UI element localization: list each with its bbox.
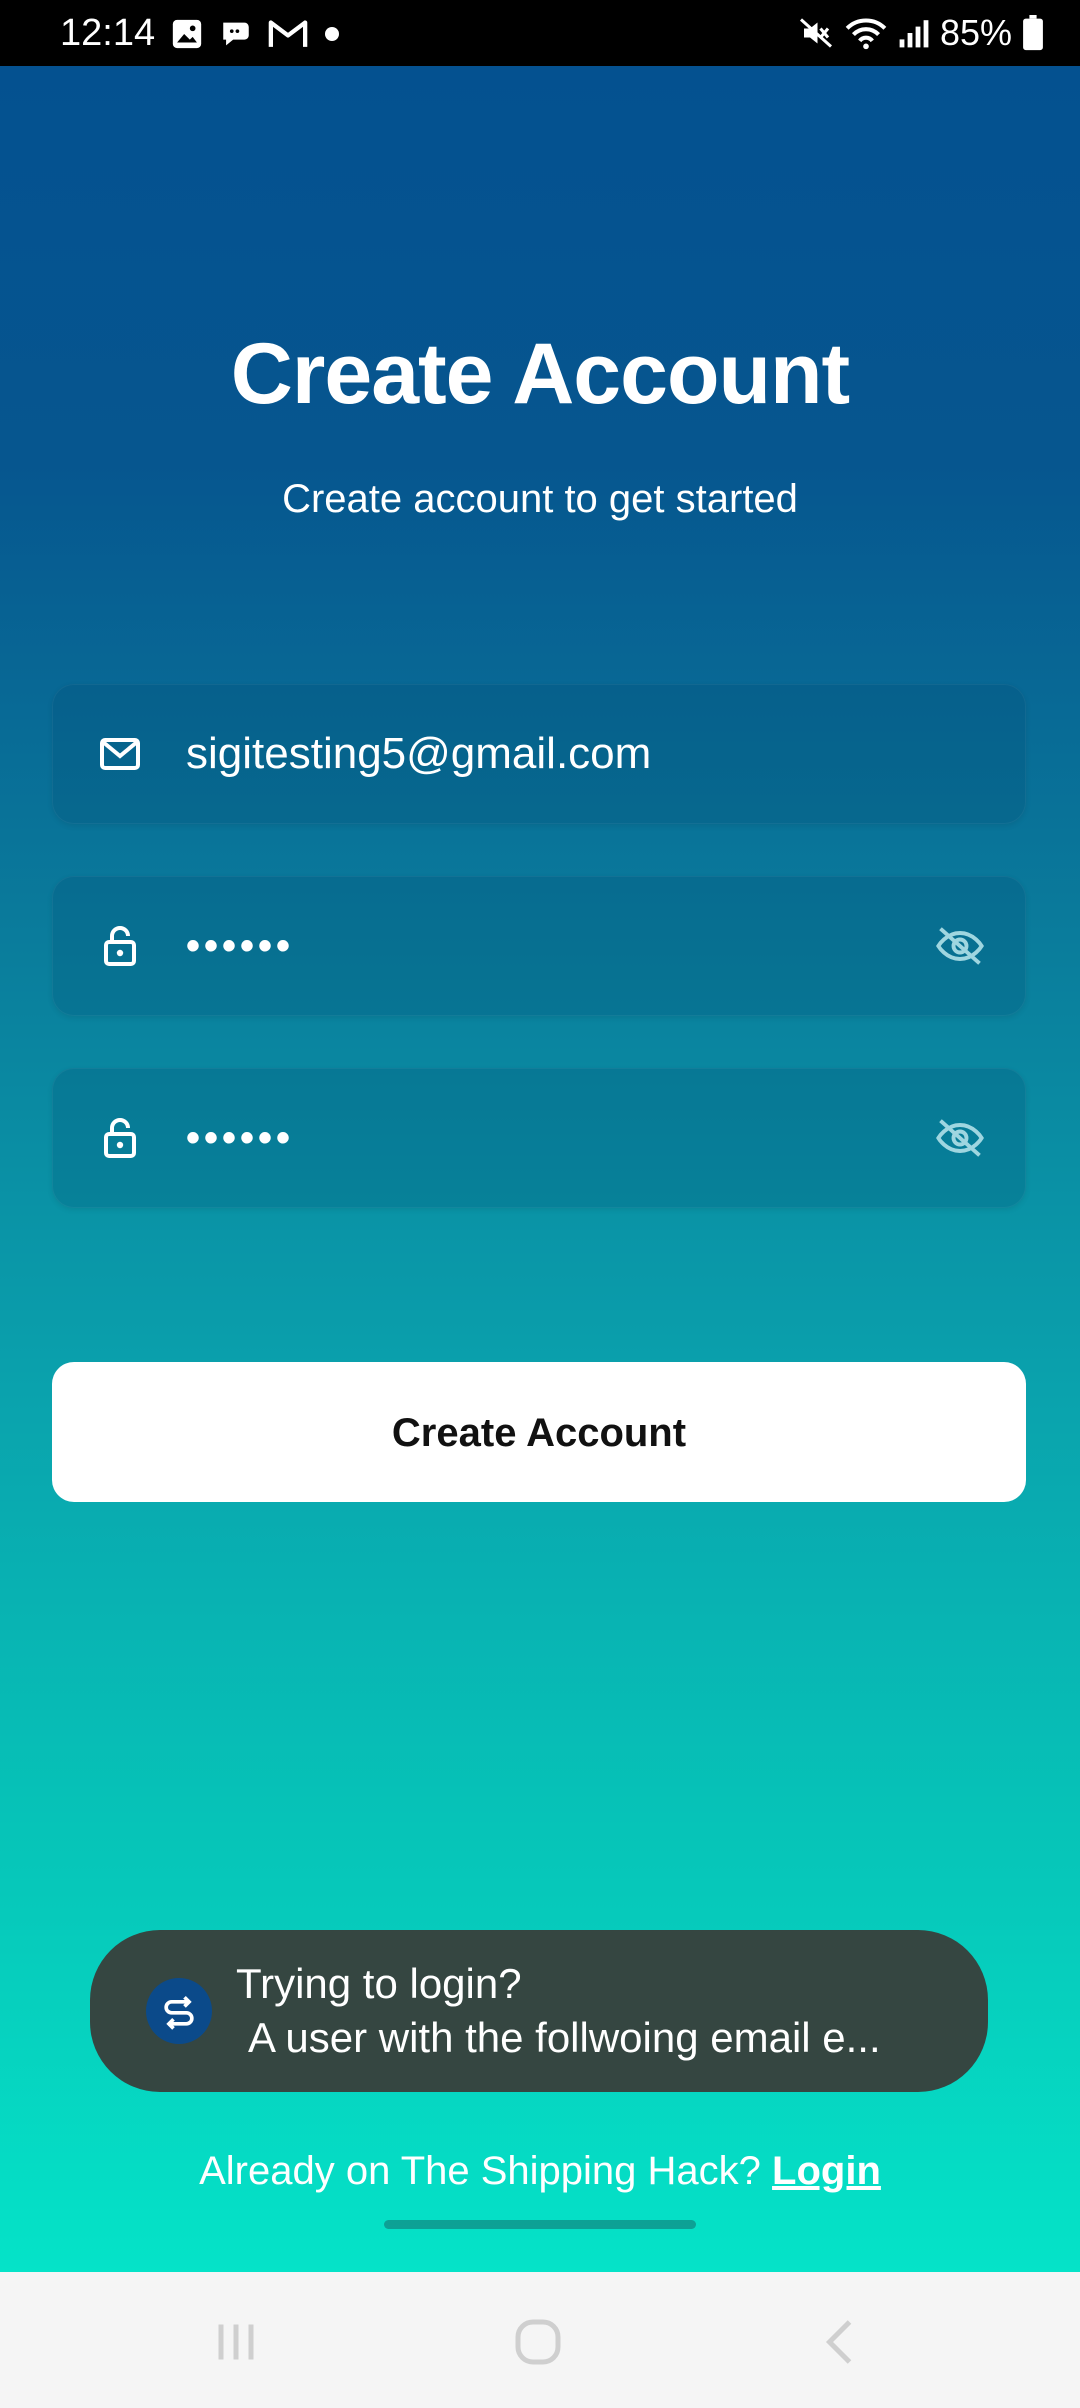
mail-icon	[100, 738, 140, 770]
wifi-icon	[845, 18, 887, 50]
back-icon[interactable]	[812, 2312, 872, 2372]
email-field[interactable]: sigitesting5@gmail.com	[52, 684, 1026, 824]
create-account-button[interactable]: Create Account	[52, 1362, 1026, 1502]
recent-apps-icon[interactable]	[206, 2312, 266, 2372]
mute-icon	[799, 18, 832, 48]
toast-title: Trying to login?	[236, 1960, 522, 2007]
page-subtitle: Create account to get started	[282, 477, 798, 521]
status-time: 12:14	[60, 12, 156, 54]
login-link[interactable]: Login	[772, 2149, 881, 2193]
eye-off-icon[interactable]	[934, 1112, 986, 1164]
system-icons: 85%	[798, 10, 1044, 56]
navigation-bar	[0, 2272, 1080, 2408]
password-field[interactable]: ••••••	[52, 876, 1026, 1016]
page-title: Create Account	[230, 326, 850, 422]
notification-icons	[170, 14, 342, 54]
email-value: sigitesting5@gmail.com	[186, 729, 652, 778]
lock-icon	[104, 1118, 136, 1158]
gmail-icon	[268, 20, 308, 47]
gallery-icon	[172, 19, 202, 49]
login-prompt-text: Already on The Shipping Hack?	[199, 2149, 761, 2193]
password-value: ••••••	[186, 924, 295, 968]
toast-body: A user with the follwoing email e...	[248, 2014, 881, 2061]
signal-icon	[899, 20, 929, 48]
confirm-password-field[interactable]: ••••••	[52, 1068, 1026, 1208]
create-account-screen: Create Account Create account to get sta…	[0, 66, 1080, 2272]
battery-icon	[1023, 15, 1043, 51]
home-indicator	[384, 2220, 696, 2229]
login-prompt: Already on The Shipping Hack? Login	[0, 2146, 1080, 2196]
chat-icon	[223, 22, 249, 46]
eye-off-icon[interactable]	[934, 920, 986, 972]
confirm-password-value: ••••••	[186, 1116, 295, 1160]
status-bar: 12:14 85%	[0, 0, 1080, 66]
home-icon[interactable]	[508, 2312, 568, 2372]
toast-message: Trying to login? A user with the follwoi…	[90, 1930, 988, 2092]
app-logo-icon	[146, 1978, 212, 2044]
dot-icon	[325, 27, 339, 41]
lock-icon	[104, 926, 136, 966]
battery-percent: 85%	[939, 12, 1012, 53]
